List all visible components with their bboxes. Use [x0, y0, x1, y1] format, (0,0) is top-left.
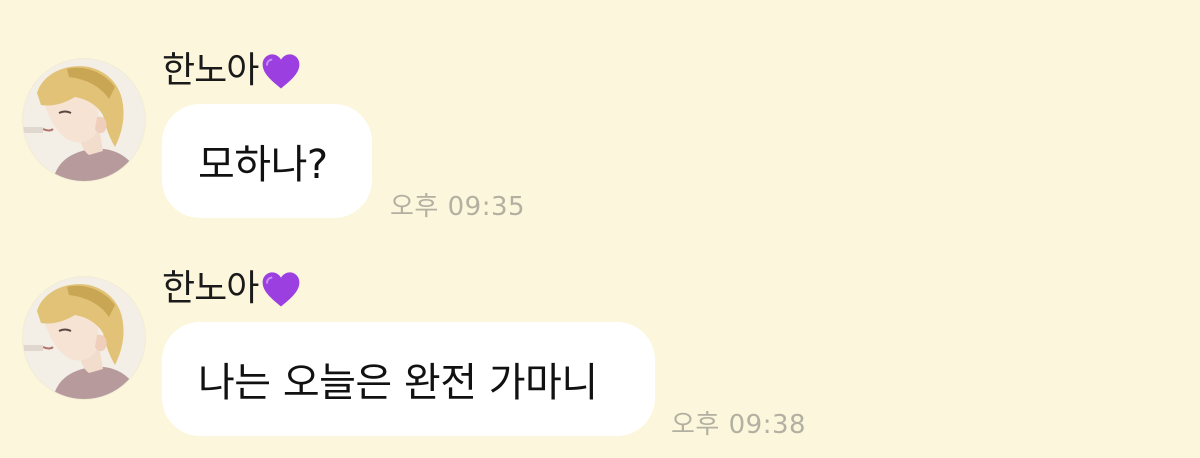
sender-name: 한노아 — [162, 268, 259, 309]
purple-heart-icon — [263, 272, 300, 307]
message-timestamp: 오후 09:38 — [671, 410, 807, 440]
avatar[interactable] — [23, 59, 145, 181]
avatar-illustration — [23, 59, 145, 181]
sender-label: 한노아 — [162, 265, 302, 313]
message-bubble[interactable]: 모하나? — [162, 104, 372, 218]
message-timestamp: 오후 09:35 — [390, 192, 526, 222]
message-text: 나는 오늘은 완전 가마니 — [198, 360, 598, 406]
avatar[interactable] — [23, 277, 145, 399]
message-text: 모하나? — [198, 142, 328, 188]
purple-heart-icon — [263, 54, 300, 89]
sender-name: 한노아 — [162, 50, 259, 91]
chat-message-list: 한노아 모하나? 오후 09:35 한노아 나는 오늘은 완전 가마니 오후 0… — [0, 0, 1200, 458]
message-bubble[interactable]: 나는 오늘은 완전 가마니 — [162, 322, 655, 436]
avatar-illustration — [23, 277, 145, 399]
sender-label: 한노아 — [162, 47, 302, 95]
